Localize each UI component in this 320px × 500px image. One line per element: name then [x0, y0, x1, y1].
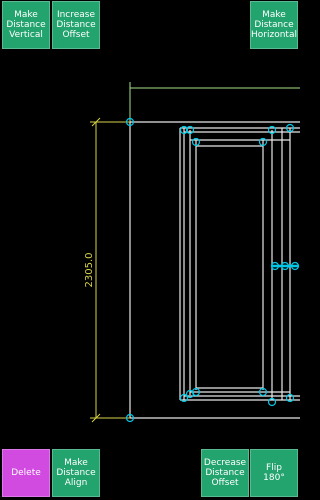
increase-distance-offset-button[interactable]: Increase Distance Offset [52, 1, 100, 49]
cad-drawing-canvas[interactable]: 2305.0 [0, 0, 300, 500]
make-distance-vertical-button[interactable]: Make Distance Vertical [2, 1, 50, 49]
make-distance-align-button[interactable]: Make Distance Align [52, 449, 100, 497]
flip-180-button[interactable]: Flip 180° [250, 449, 298, 497]
decrease-distance-offset-button[interactable]: Decrease Distance Offset [201, 449, 249, 497]
dimension-annotation[interactable] [90, 117, 130, 423]
snap-handles[interactable] [125, 117, 300, 423]
delete-button[interactable]: Delete [2, 449, 50, 497]
make-distance-horizontal-button[interactable]: Make Distance Horizontal [250, 1, 298, 49]
dimension-label: 2305.0 [84, 253, 95, 288]
